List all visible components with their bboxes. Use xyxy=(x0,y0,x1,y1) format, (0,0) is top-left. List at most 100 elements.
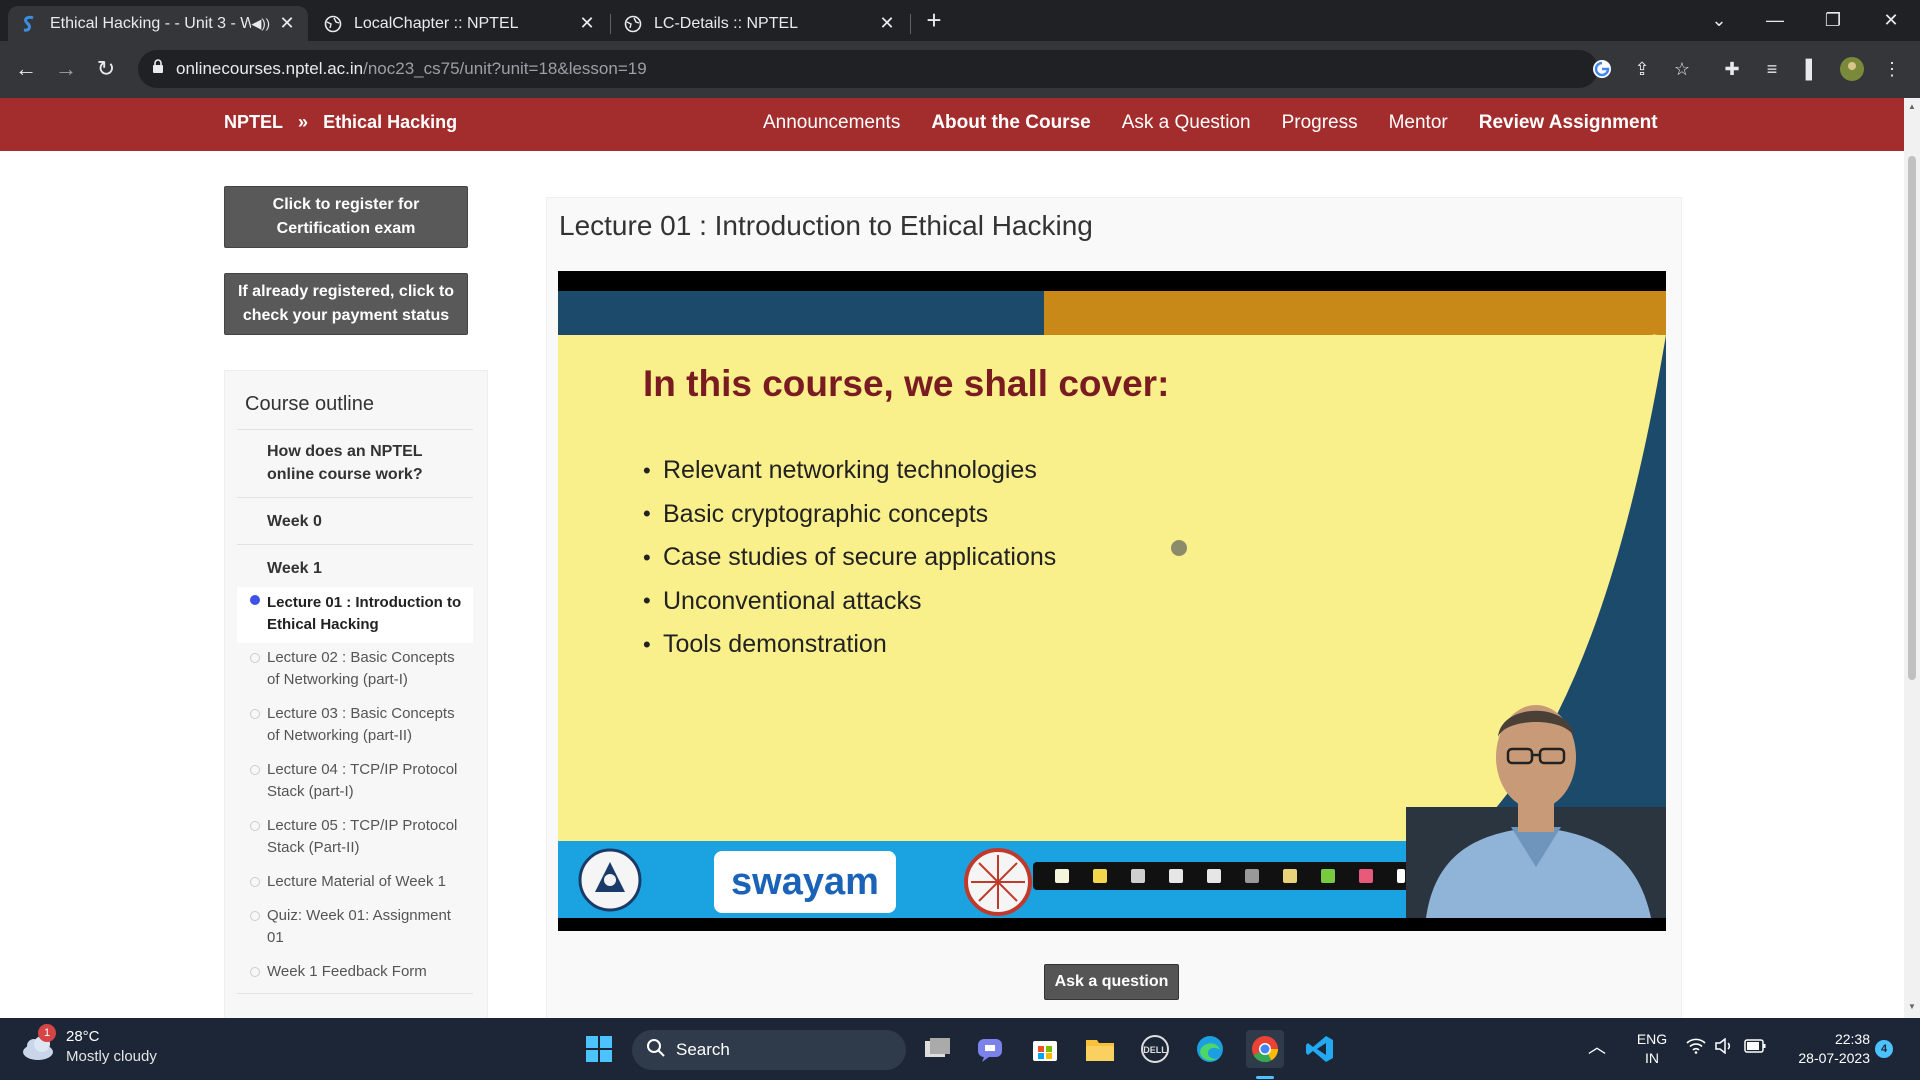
scrollbar-thumb[interactable] xyxy=(1908,156,1916,680)
pointer-dot xyxy=(1171,540,1187,556)
register-certification-button[interactable]: Click to register for Certification exam xyxy=(224,186,468,248)
reload-icon[interactable]: ↻ xyxy=(90,53,122,85)
pink-pen-icon[interactable] xyxy=(1359,869,1373,883)
payment-status-button[interactable]: If already registered, click to check yo… xyxy=(224,273,468,335)
vscode-icon[interactable] xyxy=(1301,1030,1339,1068)
taskbar-search[interactable]: Search xyxy=(632,1030,906,1070)
green-pen-icon[interactable] xyxy=(1321,869,1335,883)
pencil-icon[interactable] xyxy=(1169,869,1183,883)
nav-progress[interactable]: Progress xyxy=(1282,112,1358,134)
close-tab-icon[interactable]: ✕ xyxy=(578,13,596,34)
video-player[interactable]: In this course, we shall cover: • Relevan… xyxy=(558,271,1666,931)
nav-review-assignment[interactable]: Review Assignment xyxy=(1479,112,1658,134)
restore-button[interactable]: ❐ xyxy=(1806,0,1860,40)
nav-about-course[interactable]: About the Course xyxy=(931,112,1090,134)
chrome-icon[interactable] xyxy=(1246,1030,1284,1068)
eraser-icon[interactable] xyxy=(1207,869,1221,883)
back-arrow-icon[interactable]: ← xyxy=(10,53,42,85)
slide-bullet: • Tools demonstration xyxy=(643,630,887,659)
lesson-label: Lecture Material of Week 1 xyxy=(267,873,446,890)
file-explorer-icon[interactable] xyxy=(1081,1030,1119,1068)
windows-start-icon[interactable] xyxy=(580,1030,618,1068)
battery-icon[interactable] xyxy=(1744,1039,1766,1058)
scroll-up-icon[interactable]: ▲ xyxy=(1908,102,1916,111)
highlighter-icon[interactable] xyxy=(1093,869,1107,883)
address-bar[interactable]: onlinecourses.nptel.ac.in/noc23_cs75/uni… xyxy=(138,50,1598,88)
forward-arrow-icon[interactable]: → xyxy=(50,53,82,85)
google-lens-icon[interactable] xyxy=(1588,55,1616,83)
notification-count-badge[interactable]: 4 xyxy=(1875,1040,1893,1058)
minimize-button[interactable]: — xyxy=(1748,0,1802,40)
side-panel-icon[interactable]: ▌ xyxy=(1798,55,1826,83)
outline-item-how-it-works[interactable]: How does an NPTEL online course work? xyxy=(237,429,473,497)
profile-avatar[interactable] xyxy=(1838,55,1866,83)
lesson-item[interactable]: Lecture 05 : TCP/IP Protocol Stack (Part… xyxy=(237,813,473,867)
show-hidden-icons-chevron-icon[interactable]: ︿ xyxy=(1588,1038,1606,1057)
outline-title: Course outline xyxy=(245,393,374,415)
globe-icon xyxy=(324,15,342,33)
outline-item-week-1[interactable]: Week 1 xyxy=(237,544,473,591)
lesson-item[interactable]: Lecture 01 : Introduction to Ethical Hac… xyxy=(237,587,473,643)
wifi-icon[interactable] xyxy=(1686,1038,1706,1059)
lesson-item[interactable]: Lecture 04 : TCP/IP Protocol Stack (part… xyxy=(237,757,473,811)
nav-mentor[interactable]: Mentor xyxy=(1389,112,1448,134)
nav-ask-question[interactable]: Ask a Question xyxy=(1122,112,1251,134)
clock[interactable]: 22:38 28-07-2023 xyxy=(1784,1030,1870,1068)
breadcrumb-separator: » xyxy=(298,112,309,132)
globe-icon xyxy=(624,15,642,33)
tab-localchapter[interactable]: LocalChapter :: NPTEL ✕ xyxy=(312,6,608,41)
yellow-pen-icon[interactable] xyxy=(1283,869,1297,883)
tab-title: Ethical Hacking - - Unit 3 - W xyxy=(50,14,252,32)
lecture-title: Lecture 01 : Introduction to Ethical Hac… xyxy=(559,210,1093,241)
page-scrollbar[interactable]: ▲ ▼ xyxy=(1904,98,1920,1018)
slide-bullet: • Basic cryptographic concepts xyxy=(643,499,989,528)
pen-tool-icon[interactable] xyxy=(1055,869,1069,883)
outline-item-week-0[interactable]: Week 0 xyxy=(237,497,473,544)
media-controls-icon[interactable]: ≡ xyxy=(1758,55,1786,83)
browser-menu-icon[interactable]: ⋮ xyxy=(1878,55,1906,83)
weather-temp: 28°C xyxy=(66,1028,100,1045)
bookmark-star-icon[interactable]: ☆ xyxy=(1668,55,1696,83)
marker-icon[interactable] xyxy=(1131,869,1145,883)
tab-search-icon[interactable]: ⌄ xyxy=(1692,0,1746,40)
clear-icon[interactable] xyxy=(1245,869,1259,883)
share-icon[interactable]: ⇪ xyxy=(1628,55,1656,83)
lesson-label: Lecture 01 : Introduction to Ethical Hac… xyxy=(267,594,462,633)
nptel-home-link[interactable]: NPTEL xyxy=(224,112,283,132)
course-name-link[interactable]: Ethical Hacking xyxy=(323,112,457,132)
language-indicator[interactable]: ENG IN xyxy=(1632,1030,1672,1068)
edge-icon[interactable] xyxy=(1191,1030,1229,1068)
scroll-down-icon[interactable]: ▼ xyxy=(1908,1002,1916,1011)
lesson-item[interactable]: Lecture 03 : Basic Concepts of Networkin… xyxy=(237,701,473,755)
extensions-puzzle-icon[interactable]: ✚ xyxy=(1718,55,1746,83)
search-label: Search xyxy=(676,1040,730,1059)
dell-icon[interactable]: DELL xyxy=(1136,1030,1174,1068)
close-window-button[interactable]: ✕ xyxy=(1864,0,1918,40)
lesson-item[interactable]: Week 1 Feedback Form xyxy=(237,959,473,991)
lesson-item[interactable]: Lecture 02 : Basic Concepts of Networkin… xyxy=(237,645,473,699)
close-tab-icon[interactable]: ✕ xyxy=(878,13,896,34)
close-tab-icon[interactable]: ✕ xyxy=(278,13,296,34)
course-outline: Course outline How does an NPTEL online … xyxy=(224,370,488,1018)
tab-ethical-hacking[interactable]: Ethical Hacking - - Unit 3 - W ◀)) ✕ xyxy=(8,6,308,41)
lesson-active-dot-icon xyxy=(250,595,260,605)
teams-chat-icon[interactable] xyxy=(971,1030,1009,1068)
lesson-item[interactable]: Lecture Material of Week 1 xyxy=(237,869,473,901)
task-view-icon[interactable] xyxy=(918,1030,956,1068)
microsoft-store-icon[interactable] xyxy=(1026,1030,1064,1068)
lesson-label: Lecture 05 : TCP/IP Protocol Stack (Part… xyxy=(267,817,458,856)
swayam-logo: swayam xyxy=(714,851,896,913)
volume-icon[interactable] xyxy=(1714,1037,1734,1059)
lock-icon[interactable] xyxy=(152,59,164,79)
audio-playing-icon[interactable]: ◀)) xyxy=(251,16,270,32)
lesson-item[interactable]: Quiz: Week 01: Assignment 01 xyxy=(237,903,473,957)
slide-heading: In this course, we shall cover: xyxy=(643,363,1170,404)
pointer-tool-icon[interactable] xyxy=(1397,869,1405,883)
ask-question-button[interactable]: Ask a question xyxy=(1044,964,1179,1000)
presenter-video-overlay xyxy=(1406,705,1666,918)
tab-lc-details[interactable]: LC-Details :: NPTEL ✕ xyxy=(612,6,908,41)
nav-announcements[interactable]: Announcements xyxy=(763,112,900,134)
new-tab-button[interactable]: + xyxy=(908,0,960,40)
lesson-circle-icon xyxy=(250,877,260,887)
url-host: onlinecourses.nptel.ac.in xyxy=(176,59,364,78)
